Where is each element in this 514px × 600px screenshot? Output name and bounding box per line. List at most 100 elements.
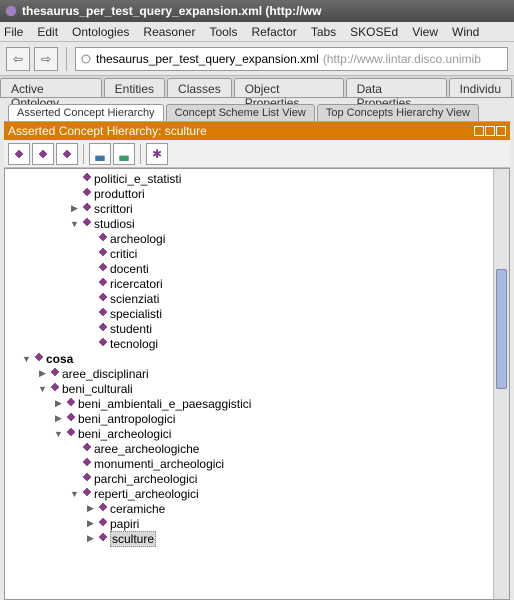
- node-label[interactable]: aree_archeologiche: [94, 442, 199, 456]
- tree-node[interactable]: ▶ scrittori: [5, 201, 493, 216]
- tree-node[interactable]: archeologi: [5, 231, 493, 246]
- panel-close-icon[interactable]: [496, 126, 506, 136]
- tree-node[interactable]: ▼ reperti_archeologici: [5, 486, 493, 501]
- menu-tools[interactable]: Tools: [209, 25, 237, 39]
- back-button[interactable]: ⇦: [6, 47, 30, 71]
- expand-icon[interactable]: ▶: [85, 518, 96, 529]
- tab-classes[interactable]: Classes: [167, 78, 232, 97]
- remove-button[interactable]: [56, 143, 78, 165]
- menu-reasoner[interactable]: Reasoner: [143, 25, 195, 39]
- vertical-scrollbar[interactable]: [493, 169, 509, 599]
- node-label[interactable]: tecnologi: [110, 337, 158, 351]
- node-label[interactable]: docenti: [110, 262, 149, 276]
- node-label[interactable]: cosa: [46, 352, 73, 366]
- node-label[interactable]: parchi_archeologici: [94, 472, 197, 486]
- tree-node[interactable]: ▼ beni_culturali: [5, 381, 493, 396]
- tree-node[interactable]: ▶ sculture: [5, 531, 493, 546]
- node-label[interactable]: specialisti: [110, 307, 162, 321]
- menu-file[interactable]: File: [4, 25, 23, 39]
- tree-node[interactable]: parchi_archeologici: [5, 471, 493, 486]
- collapse-icon[interactable]: ▼: [21, 354, 32, 364]
- subtab-asserted-concept-hierarchy[interactable]: Asserted Concept Hierarchy: [8, 104, 164, 121]
- tree-node[interactable]: specialisti: [5, 306, 493, 321]
- node-label[interactable]: archeologi: [110, 232, 165, 246]
- tab-object-properties[interactable]: Object Properties: [234, 78, 344, 97]
- node-label[interactable]: monumenti_archeologici: [94, 457, 224, 471]
- url-bar[interactable]: thesaurus_per_test_query_expansion.xml (…: [75, 47, 508, 71]
- node-label[interactable]: reperti_archeologici: [94, 487, 199, 501]
- node-label[interactable]: studiosi: [94, 217, 135, 231]
- node-label[interactable]: studenti: [110, 322, 152, 336]
- tree-node[interactable]: monumenti_archeologici: [5, 456, 493, 471]
- node-label[interactable]: politici_e_statisti: [94, 172, 181, 186]
- concept-icon: [98, 292, 108, 305]
- node-label[interactable]: beni_ambientali_e_paesaggistici: [78, 397, 251, 411]
- tab-individu[interactable]: Individu: [449, 78, 512, 97]
- collapse-icon[interactable]: ▼: [69, 219, 80, 229]
- tree-node[interactable]: ▶ papiri: [5, 516, 493, 531]
- node-label[interactable]: beni_archeologici: [78, 427, 171, 441]
- tree-node[interactable]: ▶ aree_disciplinari: [5, 366, 493, 381]
- node-label[interactable]: scienziati: [110, 292, 159, 306]
- tree-node[interactable]: studenti: [5, 321, 493, 336]
- expand-icon[interactable]: ▶: [85, 533, 96, 544]
- panel-pin-icon[interactable]: [474, 126, 484, 136]
- tab-data-properties[interactable]: Data Properties: [346, 78, 447, 97]
- menu-edit[interactable]: Edit: [37, 25, 58, 39]
- node-label[interactable]: ricercatori: [110, 277, 163, 291]
- scrollbar-thumb[interactable]: [496, 269, 507, 389]
- tree-node[interactable]: ▼ beni_archeologici: [5, 426, 493, 441]
- tree-node[interactable]: politici_e_statisti: [5, 171, 493, 186]
- collapse-icon[interactable]: ▼: [37, 384, 48, 394]
- tab-active-ontology[interactable]: Active Ontology: [0, 78, 102, 97]
- tool-button-3[interactable]: ✱: [146, 143, 168, 165]
- menu-wind[interactable]: Wind: [452, 25, 479, 39]
- tree-node[interactable]: ▼ studiosi: [5, 216, 493, 231]
- menu-view[interactable]: View: [412, 25, 438, 39]
- menu-skosed[interactable]: SKOSEd: [350, 25, 398, 39]
- tree-node[interactable]: tecnologi: [5, 336, 493, 351]
- node-label[interactable]: sculture: [110, 531, 156, 547]
- node-label[interactable]: produttori: [94, 187, 145, 201]
- tree-node[interactable]: produttori: [5, 186, 493, 201]
- node-label[interactable]: scrittori: [94, 202, 133, 216]
- add-sibling-button[interactable]: [32, 143, 54, 165]
- tree-node[interactable]: ▶ beni_ambientali_e_paesaggistici: [5, 396, 493, 411]
- node-label[interactable]: critici: [110, 247, 137, 261]
- concept-icon: [66, 397, 76, 410]
- tree-node[interactable]: scienziati: [5, 291, 493, 306]
- tree-node[interactable]: aree_archeologiche: [5, 441, 493, 456]
- expand-icon[interactable]: ▶: [37, 368, 48, 379]
- collapse-icon[interactable]: ▼: [69, 489, 80, 499]
- tree-node[interactable]: docenti: [5, 261, 493, 276]
- add-subclass-button[interactable]: [8, 143, 30, 165]
- menu-tabs[interactable]: Tabs: [311, 25, 336, 39]
- forward-button[interactable]: ⇨: [34, 47, 58, 71]
- menu-refactor[interactable]: Refactor: [251, 25, 296, 39]
- tree-node[interactable]: ▶ ceramiche: [5, 501, 493, 516]
- concept-icon: [82, 442, 92, 455]
- node-label[interactable]: beni_culturali: [62, 382, 133, 396]
- expand-icon[interactable]: ▶: [69, 203, 80, 214]
- node-label[interactable]: beni_antropologici: [78, 412, 175, 426]
- expand-icon[interactable]: ▶: [85, 503, 96, 514]
- tree-node[interactable]: ▶ beni_antropologici: [5, 411, 493, 426]
- expand-icon[interactable]: ▶: [53, 398, 64, 409]
- concept-icon: [98, 502, 108, 515]
- concept-tree[interactable]: politici_e_statistiproduttori▶scrittori▼…: [5, 169, 493, 599]
- node-label[interactable]: aree_disciplinari: [62, 367, 149, 381]
- menu-ontologies[interactable]: Ontologies: [72, 25, 129, 39]
- tree-node[interactable]: critici: [5, 246, 493, 261]
- node-label[interactable]: ceramiche: [110, 502, 165, 516]
- tool-button-1[interactable]: ▃: [89, 143, 111, 165]
- subtab-top-concepts-hierarchy-view[interactable]: Top Concepts Hierarchy View: [317, 104, 479, 121]
- tab-entities[interactable]: Entities: [104, 78, 165, 97]
- tool-button-2[interactable]: ▃: [113, 143, 135, 165]
- node-label[interactable]: papiri: [110, 517, 139, 531]
- subtab-concept-scheme-list-view[interactable]: Concept Scheme List View: [166, 104, 315, 121]
- tree-node[interactable]: ricercatori: [5, 276, 493, 291]
- panel-max-icon[interactable]: [485, 126, 495, 136]
- tree-node[interactable]: ▼ cosa: [5, 351, 493, 366]
- collapse-icon[interactable]: ▼: [53, 429, 64, 439]
- expand-icon[interactable]: ▶: [53, 413, 64, 424]
